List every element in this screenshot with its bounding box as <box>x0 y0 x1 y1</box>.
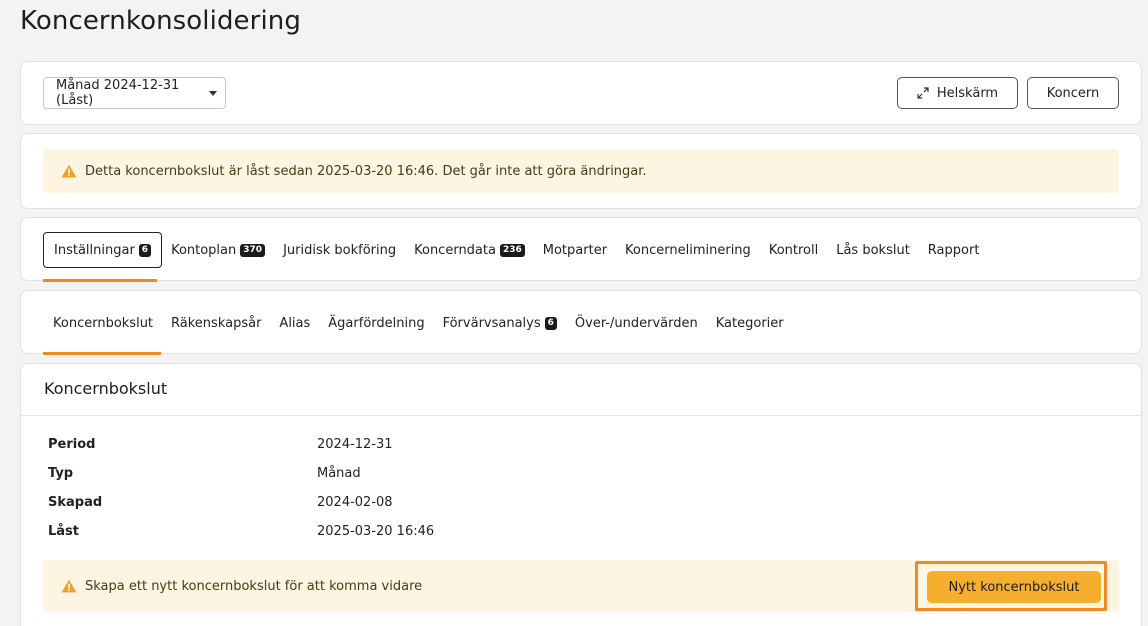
koncern-label: Koncern <box>1046 85 1100 101</box>
active-subtab-indicator <box>43 352 161 355</box>
fullscreen-label: Helskärm <box>936 85 999 101</box>
tab-label: Lås bokslut <box>836 242 910 258</box>
toolbar-card: Månad 2024-12-31 (Låst) Helskärm Koncern <box>20 61 1142 125</box>
lock-warning-card: Detta koncernbokslut är låst sedan 2025-… <box>20 133 1142 209</box>
info-value: 2024-12-31 <box>317 437 393 452</box>
info-row: Låst 2025-03-20 16:46 <box>48 517 434 546</box>
tab-label: Motparter <box>542 242 608 258</box>
divider <box>21 415 1141 416</box>
active-tab-indicator <box>43 279 157 282</box>
tab-label: Juridisk bokföring <box>283 242 397 258</box>
main-tabs: Inställningar 6 Kontoplan 370 Juridisk b… <box>43 232 988 268</box>
info-value: 2024-02-08 <box>317 495 393 510</box>
tab-label: Kontroll <box>768 242 819 258</box>
tab-juridisk-bokforing[interactable]: Juridisk bokföring <box>274 232 405 268</box>
period-select-value: Månad 2024-12-31 (Låst) <box>56 78 180 108</box>
lock-alert-text: Detta koncernbokslut är låst sedan 2025-… <box>85 163 647 179</box>
tab-kontroll[interactable]: Kontroll <box>760 232 827 268</box>
warning-icon <box>61 579 77 593</box>
main-tabs-card: Inställningar 6 Kontoplan 370 Juridisk b… <box>20 217 1142 282</box>
tab-label: Koncerneliminering <box>625 242 751 258</box>
tab-kontoplan[interactable]: Kontoplan 370 <box>162 232 274 268</box>
info-row: Skapad 2024-02-08 <box>48 488 434 517</box>
expand-icon <box>917 87 929 99</box>
koncernbokslut-detail-card: Koncernbokslut Period 2024-12-31 Typ Mån… <box>20 363 1142 626</box>
info-value: 2025-03-20 16:46 <box>317 524 435 539</box>
new-koncernbokslut-button[interactable]: Nytt koncernbokslut <box>927 571 1101 603</box>
subtab-label: Kategorier <box>715 315 784 331</box>
subtab-label: Ägarfördelning <box>328 315 425 331</box>
period-select[interactable]: Månad 2024-12-31 (Låst) <box>43 77 226 109</box>
subtab-alias[interactable]: Alias <box>270 305 319 341</box>
tab-badge: 236 <box>499 243 525 257</box>
koncern-button[interactable]: Koncern <box>1027 77 1119 109</box>
chevron-down-icon <box>209 90 217 96</box>
info-label: Skapad <box>48 495 103 510</box>
info-label: Period <box>48 437 96 452</box>
tab-installningar[interactable]: Inställningar 6 <box>43 232 163 268</box>
tab-koncerndata[interactable]: Koncerndata 236 <box>405 232 534 268</box>
info-value: Månad <box>317 466 361 481</box>
tab-label: Inställningar <box>54 242 135 258</box>
subtab-over-undervarden[interactable]: Över-/undervärden <box>566 305 707 341</box>
tab-koncerneliminering[interactable]: Koncerneliminering <box>616 232 760 268</box>
subtab-label: Koncernbokslut <box>53 315 154 331</box>
detail-title: Koncernbokslut <box>44 379 168 398</box>
warning-icon <box>61 164 77 178</box>
sub-tabs-card: Koncernbokslut Räkenskapsår Alias Ägarfö… <box>20 290 1142 355</box>
subtab-koncernbokslut[interactable]: Koncernbokslut <box>43 305 162 341</box>
subtab-kategorier[interactable]: Kategorier <box>707 305 793 341</box>
tab-rapport[interactable]: Rapport <box>919 232 989 268</box>
info-row: Period 2024-12-31 <box>48 430 434 459</box>
subtab-label: Räkenskapsår <box>171 315 262 331</box>
tab-badge: 6 <box>138 243 152 257</box>
subtab-forvarvsanalys[interactable]: Förvärvsanalys 6 <box>434 305 566 341</box>
subtab-badge: 6 <box>544 316 557 330</box>
tab-motparter[interactable]: Motparter <box>534 232 616 268</box>
tab-badge: 370 <box>240 243 266 257</box>
subtab-label: Alias <box>279 315 311 331</box>
subtab-agarfordelning[interactable]: Ägarfördelning <box>319 305 433 341</box>
new-bokslut-alert-text: Skapa ett nytt koncernbokslut för att ko… <box>85 578 423 594</box>
info-table: Period 2024-12-31 Typ Månad Skapad 2024-… <box>48 430 434 546</box>
lock-alert: Detta koncernbokslut är låst sedan 2025-… <box>43 149 1119 193</box>
subtab-rakenskapsar[interactable]: Räkenskapsår <box>162 305 270 341</box>
tab-label: Koncerndata <box>414 242 496 258</box>
sub-tabs: Koncernbokslut Räkenskapsår Alias Ägarfö… <box>43 305 793 341</box>
page-title: Koncernkonsolidering <box>20 6 301 36</box>
fullscreen-button[interactable]: Helskärm <box>897 77 1018 109</box>
info-row: Typ Månad <box>48 459 434 488</box>
tab-label: Kontoplan <box>171 242 237 258</box>
tab-las-bokslut[interactable]: Lås bokslut <box>827 232 919 268</box>
tab-label: Rapport <box>927 242 980 258</box>
subtab-label: Över-/undervärden <box>574 315 698 331</box>
info-label: Låst <box>48 524 80 539</box>
info-label: Typ <box>48 466 74 481</box>
subtab-label: Förvärvsanalys <box>442 315 541 331</box>
